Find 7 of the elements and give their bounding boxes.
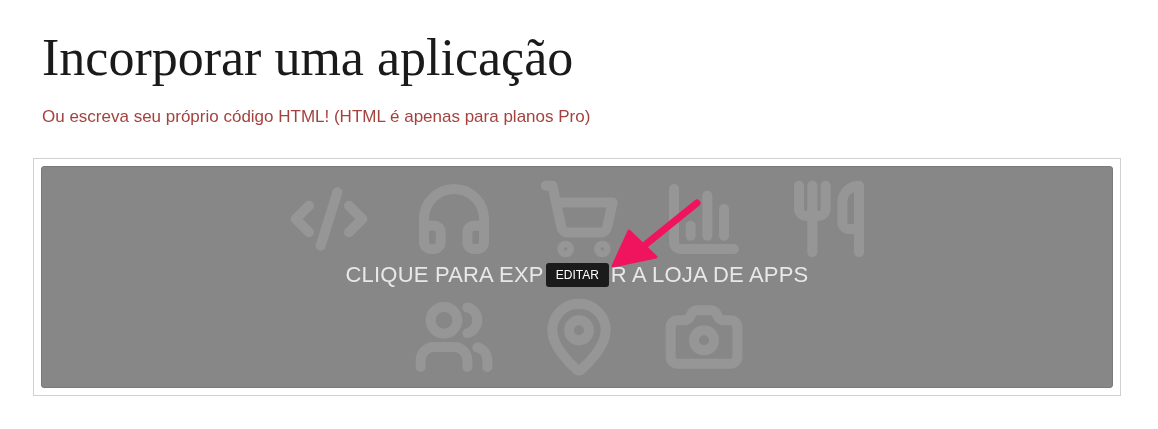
panel-caption: R A LOJA DE APPS (610, 261, 809, 289)
subtitle: Ou escreva seu próprio código HTML! (HTML é apenas para planos Pro) (42, 106, 591, 128)
app-store-panel[interactable]: CLIQUE PARA EXP EDITAR R A LOJA DE APPS (41, 165, 1113, 388)
panel-caption: CLIQUE PARA EXP (345, 261, 544, 289)
cart-icon (538, 178, 619, 259)
page-title: Incorporar uma aplicação (42, 28, 574, 88)
edit-badge[interactable]: EDITAR (545, 262, 609, 287)
